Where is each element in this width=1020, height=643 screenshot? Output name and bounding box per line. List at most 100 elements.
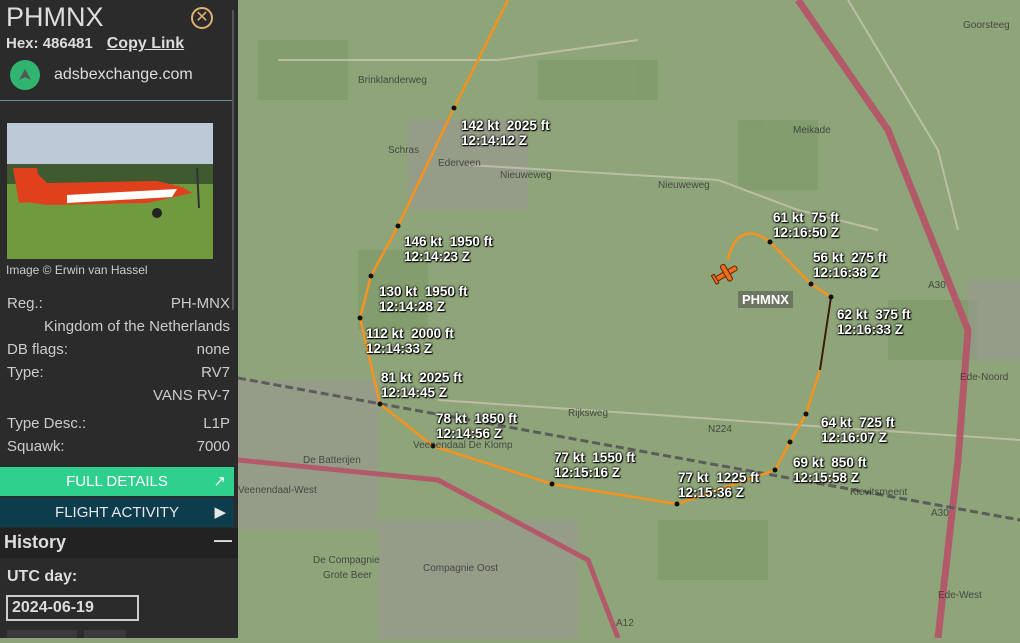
detail-row-reg: Reg.: PH-MNX xyxy=(7,295,230,312)
timestamp: 12:15:16 Z xyxy=(554,465,621,480)
place-label: Meikade xyxy=(793,125,831,136)
detail-value: PH-MNX xyxy=(170,295,230,312)
full-details-label: FULL DETAILS xyxy=(66,473,168,490)
speed: 77 kt xyxy=(678,470,709,485)
chevron-right-icon: ▶ xyxy=(214,504,226,521)
place-label: Grote Beer xyxy=(323,570,372,581)
timestamp: 12:15:58 Z xyxy=(793,470,860,485)
place-label: A30 xyxy=(928,280,946,291)
divider xyxy=(0,100,232,101)
next-day-button[interactable] xyxy=(84,630,126,638)
scrollbar[interactable] xyxy=(232,10,234,310)
collapse-icon[interactable]: — xyxy=(214,530,232,551)
place-label: A30 xyxy=(931,508,949,519)
place-label: Ederveen xyxy=(438,158,481,169)
speed: 81 kt xyxy=(381,370,412,385)
aircraft-callsign-label[interactable]: PHMNX xyxy=(738,291,793,308)
aircraft-photo[interactable] xyxy=(7,123,213,259)
altitude: 1950 ft xyxy=(424,284,468,299)
speed: 69 kt xyxy=(793,455,824,470)
track-point-label: 112 kt 2000 ft 12:14:33 Z xyxy=(366,326,454,356)
detail-row-squawk: Squawk: 7000 xyxy=(7,438,230,455)
place-label: N224 xyxy=(708,424,732,435)
altitude: 1850 ft xyxy=(474,411,518,426)
timestamp: 12:16:33 Z xyxy=(837,322,904,337)
detail-row-country: Kingdom of the Netherlands xyxy=(7,318,230,335)
history-title: History xyxy=(4,532,67,552)
speed: 61 kt xyxy=(773,210,804,225)
track-point-label: 56 kt 275 ft 12:16:38 Z xyxy=(813,250,887,280)
flight-activity-button[interactable]: FLIGHT ACTIVITY ▶ xyxy=(0,498,234,527)
history-header[interactable]: History — xyxy=(0,528,238,558)
detail-label: Reg.: xyxy=(7,295,43,312)
track-point-label: 78 kt 1850 ft 12:14:56 Z xyxy=(436,411,517,441)
place-label: Schras xyxy=(388,145,420,156)
timestamp: 12:16:50 Z xyxy=(773,225,840,240)
detail-label: Type: xyxy=(7,364,44,381)
close-icon[interactable]: ✕ xyxy=(191,7,213,29)
utc-day-input[interactable] xyxy=(6,595,139,621)
hex-value: 486481 xyxy=(42,35,93,52)
detail-row-dbflags: DB flags: none xyxy=(7,341,230,358)
place-label: Ede-West xyxy=(938,590,982,601)
altitude: 75 ft xyxy=(811,210,840,225)
speed: 142 kt xyxy=(461,118,500,133)
place-label: Brinklanderweg xyxy=(358,75,427,86)
speed: 56 kt xyxy=(813,250,844,265)
track-point-label: 77 kt 1225 ft 12:15:36 Z xyxy=(678,470,759,500)
speed: 78 kt xyxy=(436,411,467,426)
adsbexchange-logo-icon xyxy=(10,60,40,90)
speed: 62 kt xyxy=(837,307,868,322)
place-label: De Compagnie xyxy=(313,555,380,566)
timestamp: 12:14:28 Z xyxy=(379,299,446,314)
altitude: 275 ft xyxy=(851,250,887,265)
altitude: 375 ft xyxy=(875,307,911,322)
track-point-label: 146 kt 1950 ft 12:14:23 Z xyxy=(404,234,493,264)
detail-row-model: VANS RV-7 xyxy=(7,387,230,404)
place-label: Rijksweg xyxy=(568,408,609,419)
utc-day-label: UTC day: xyxy=(7,568,78,585)
altitude: 2000 ft xyxy=(411,326,454,341)
detail-label: DB flags: xyxy=(7,341,68,358)
track-point-label: 77 kt 1550 ft 12:15:16 Z xyxy=(554,450,635,480)
prev-day-button[interactable] xyxy=(7,630,77,638)
track-point-label: 130 kt 1950 ft 12:14:28 Z xyxy=(379,284,468,314)
altitude: 725 ft xyxy=(859,415,895,430)
hex-row: Hex: 486481 Copy Link xyxy=(6,35,184,53)
timestamp: 12:16:07 Z xyxy=(821,430,888,445)
speed: 130 kt xyxy=(379,284,418,299)
full-details-button[interactable]: FULL DETAILS ↗ xyxy=(0,467,234,496)
detail-value: VANS RV-7 xyxy=(153,387,230,404)
place-label: Kievitsmeent xyxy=(850,487,908,498)
place-label: De Batterijen xyxy=(303,455,361,466)
aircraft-title: PHMNX xyxy=(6,2,104,32)
altitude: 1550 ft xyxy=(592,450,636,465)
detail-row-typedesc: Type Desc.: L1P xyxy=(7,415,230,432)
timestamp: 12:14:56 Z xyxy=(436,426,503,441)
timestamp: 12:15:36 Z xyxy=(678,485,745,500)
external-link-icon: ↗ xyxy=(213,473,226,490)
altitude: 2025 ft xyxy=(419,370,463,385)
image-caption: Image © Erwin van Hassel xyxy=(6,263,148,277)
detail-value: Kingdom of the Netherlands xyxy=(44,318,230,335)
detail-value: none xyxy=(196,341,230,358)
timestamp: 12:16:38 Z xyxy=(813,265,880,280)
sidebar: PHMNX ✕ Hex: 486481 Copy Link adsbexchang… xyxy=(0,0,238,638)
track-point-label: 142 kt 2025 ft 12:14:12 Z xyxy=(461,118,550,148)
track-point-label: 64 kt 725 ft 12:16:07 Z xyxy=(821,415,895,445)
altitude: 1950 ft xyxy=(449,234,493,249)
track-point-label: 62 kt 375 ft 12:16:33 Z xyxy=(837,307,911,337)
place-label: Nieuweweg xyxy=(658,180,710,191)
timestamp: 12:14:12 Z xyxy=(461,133,528,148)
source-link[interactable]: adsbexchange.com xyxy=(10,60,193,90)
detail-value: 7000 xyxy=(196,438,230,455)
altitude: 1225 ft xyxy=(716,470,760,485)
flight-activity-label: FLIGHT ACTIVITY xyxy=(55,504,179,521)
copy-link[interactable]: Copy Link xyxy=(107,35,184,52)
place-label: Ede-Noord xyxy=(960,372,1009,383)
speed: 146 kt xyxy=(404,234,443,249)
place-label: Veenendaal-West xyxy=(238,485,317,496)
detail-label: Type Desc.: xyxy=(7,415,87,432)
speed: 64 kt xyxy=(821,415,852,430)
track-point-label: 81 kt 2025 ft 12:14:45 Z xyxy=(381,370,462,400)
